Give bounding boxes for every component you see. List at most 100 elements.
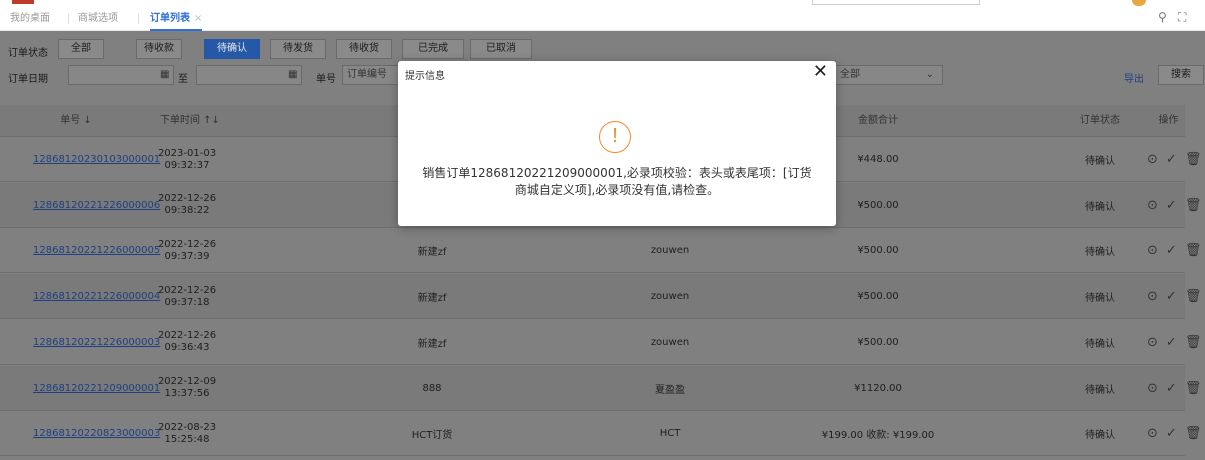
order-no-link[interactable]: 12868120221226000006 bbox=[33, 183, 160, 228]
table-row: 12868120220823000003 2022-08-23 15:25:48 HC… bbox=[0, 411, 1201, 457]
delete-icon[interactable]: 🗑 bbox=[1185, 335, 1202, 350]
order-clock: 09:37:39 bbox=[164, 250, 210, 262]
warning-icon: ! bbox=[599, 121, 631, 153]
view-icon[interactable]: ⊙ bbox=[1147, 289, 1158, 304]
tab-desktop[interactable]: 我的桌面 bbox=[10, 6, 50, 31]
delete-icon[interactable]: 🗑 bbox=[1185, 152, 1202, 167]
delete-icon[interactable]: 🗑 bbox=[1185, 243, 1202, 258]
table-row: 12868120221226000005 2022-12-26 09:37:39 新建… bbox=[0, 228, 1201, 274]
status-pending-confirm-button[interactable]: 待确认 bbox=[204, 39, 260, 59]
status-filter-label: 订单状态 bbox=[8, 48, 48, 59]
view-icon[interactable]: ⊙ bbox=[1147, 381, 1158, 396]
fullscreen-icon[interactable]: ⛶ bbox=[1178, 10, 1186, 25]
tab-mall-options[interactable]: 商城选项 bbox=[78, 6, 118, 31]
order-user: zouwen bbox=[650, 291, 690, 303]
tab-order-list[interactable]: 订单列表 × bbox=[150, 6, 203, 31]
order-date: 2023-01-03 bbox=[157, 147, 217, 159]
status-pending-payment-button[interactable]: 待收款 bbox=[136, 39, 182, 59]
order-user: zouwen bbox=[650, 245, 690, 257]
delete-icon[interactable]: 🗑 bbox=[1185, 198, 1202, 213]
row-actions: ⊙ ✓ 🗑 bbox=[1147, 411, 1201, 456]
order-time: 2022-12-26 09:37:18 bbox=[152, 274, 222, 319]
order-no-input[interactable]: 订单编号 bbox=[342, 65, 404, 85]
tab-divider bbox=[138, 14, 139, 24]
view-icon[interactable]: ⊙ bbox=[1147, 243, 1158, 258]
view-icon[interactable]: ⊙ bbox=[1147, 198, 1158, 213]
order-user: zouwen bbox=[650, 336, 690, 348]
confirm-icon[interactable]: ✓ bbox=[1166, 243, 1177, 258]
app-logo bbox=[12, 0, 34, 4]
order-no-link[interactable]: 12868120221209000001 bbox=[33, 366, 160, 411]
status-pending-receipt-button[interactable]: 待收货 bbox=[336, 39, 392, 59]
tab-bar: 我的桌面 商城选项 订单列表 × ⚲ ⛶ bbox=[0, 6, 1205, 31]
dialog-message: 销售订单12868120221209000001,必录项校验：表头或表尾项：[订… bbox=[422, 166, 812, 197]
status-all-button[interactable]: 全部 bbox=[58, 39, 104, 59]
order-state-select-value: 全部 bbox=[840, 69, 860, 80]
tab-label: 商城选项 bbox=[78, 13, 118, 24]
tab-divider bbox=[68, 14, 69, 24]
status-cancelled-button[interactable]: 已取消 bbox=[470, 39, 532, 59]
date-to-label: 至 bbox=[178, 74, 188, 85]
status-pending-ship-button[interactable]: 待发货 bbox=[270, 39, 326, 59]
order-no-link[interactable]: 12868120221226000003 bbox=[33, 320, 160, 365]
delete-icon[interactable]: 🗑 bbox=[1185, 381, 1202, 396]
header-order-no[interactable]: 单号 ↓ bbox=[0, 105, 152, 137]
status-badge: 待确认 bbox=[1085, 156, 1115, 167]
order-customer-name: 新建zf bbox=[417, 293, 447, 305]
delete-icon[interactable]: 🗑 bbox=[1185, 289, 1202, 304]
order-date: 2022-12-26 bbox=[157, 330, 217, 342]
order-user: 夏盈盈 bbox=[655, 384, 685, 396]
order-no-link[interactable]: 12868120221226000005 bbox=[33, 228, 160, 273]
status-badge: 待确认 bbox=[1085, 430, 1115, 442]
date-to-input[interactable] bbox=[196, 65, 302, 85]
global-search-input[interactable] bbox=[812, 0, 980, 5]
order-user: HCT bbox=[659, 428, 681, 440]
status-badge: 待确认 bbox=[1085, 247, 1115, 259]
row-actions: ⊙ ✓ 🗑 bbox=[1147, 320, 1201, 365]
confirm-icon[interactable]: ✓ bbox=[1166, 426, 1177, 441]
order-no-link[interactable]: 12868120221226000004 bbox=[33, 274, 160, 319]
order-no-link[interactable]: 12868120230103000001 bbox=[33, 137, 160, 182]
confirm-icon[interactable]: ✓ bbox=[1166, 381, 1177, 396]
confirm-icon[interactable]: ✓ bbox=[1166, 289, 1177, 304]
row-actions: ⊙ ✓ 🗑 bbox=[1147, 183, 1201, 228]
order-no-link[interactable]: 12868120220823000003 bbox=[33, 411, 160, 456]
view-icon[interactable]: ⊙ bbox=[1147, 426, 1158, 441]
order-state-select[interactable]: 全部 ⌄ bbox=[835, 65, 943, 85]
confirm-icon[interactable]: ✓ bbox=[1166, 198, 1177, 213]
search-button[interactable]: 搜索 bbox=[1158, 65, 1204, 85]
row-actions: ⊙ ✓ 🗑 bbox=[1147, 366, 1201, 411]
order-date: 2022-12-09 bbox=[157, 376, 217, 387]
calendar-icon[interactable]: ▦ bbox=[288, 69, 297, 80]
calendar-icon[interactable]: ▦ bbox=[160, 69, 169, 80]
order-amount: ¥500.00 bbox=[857, 336, 899, 348]
close-icon[interactable]: ✕ bbox=[813, 62, 828, 82]
close-icon[interactable]: × bbox=[194, 13, 202, 24]
order-amount: ¥500.00 bbox=[857, 245, 899, 257]
table-row: 12868120221226000003 2022-12-26 09:36:43 新建… bbox=[0, 319, 1201, 365]
order-customer-name: 新建zf bbox=[417, 338, 447, 350]
order-time: 2023-01-03 09:32:37 bbox=[152, 137, 222, 182]
order-time: 2022-12-26 09:37:39 bbox=[152, 228, 222, 273]
order-amount: ¥1120.00 bbox=[854, 382, 902, 394]
order-clock: 09:32:37 bbox=[164, 159, 210, 171]
date-from-input[interactable] bbox=[68, 65, 174, 85]
status-badge: 待确认 bbox=[1085, 338, 1115, 350]
confirm-icon[interactable]: ✓ bbox=[1166, 152, 1177, 167]
table-row: 12868120221209000001 2022-12-09 13:37:56 88… bbox=[0, 365, 1201, 411]
order-date: 2022-12-26 bbox=[157, 238, 217, 250]
order-time: 2022-12-09 13:37:56 bbox=[152, 366, 222, 411]
status-completed-button[interactable]: 已完成 bbox=[402, 39, 464, 59]
order-amount: ¥199.00 收款: ¥199.00 bbox=[821, 430, 935, 442]
order-customer-name: 新建zf bbox=[417, 247, 447, 259]
confirm-icon[interactable]: ✓ bbox=[1166, 335, 1177, 350]
tab-label: 订单列表 bbox=[150, 13, 190, 24]
view-icon[interactable]: ⊙ bbox=[1147, 152, 1158, 167]
order-time: 2022-12-26 09:36:43 bbox=[152, 320, 222, 365]
view-icon[interactable]: ⊙ bbox=[1147, 335, 1158, 350]
header-order-time[interactable]: 下单时间 ↑↓ bbox=[152, 105, 222, 137]
search-icon[interactable]: ⚲ bbox=[1158, 10, 1167, 24]
delete-icon[interactable]: 🗑 bbox=[1185, 426, 1202, 441]
order-date: 2022-12-26 bbox=[157, 193, 217, 205]
export-link[interactable]: 导出 bbox=[1124, 70, 1144, 85]
